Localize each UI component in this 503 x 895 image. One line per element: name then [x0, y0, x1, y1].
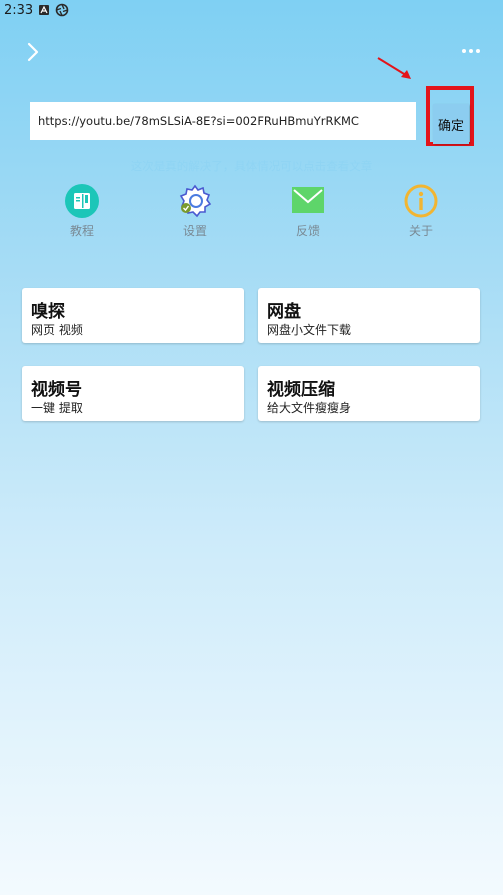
card-subtitle: 网盘小文件下载: [267, 323, 352, 337]
more-dots-icon[interactable]: [459, 43, 487, 59]
card-sniff[interactable]: 嗅探 网页 视频: [22, 288, 244, 343]
book-icon: [64, 183, 100, 219]
gear-icon: [177, 183, 213, 219]
settings-label: 设置: [182, 224, 207, 238]
card-subtitle: 网页 视频: [31, 323, 83, 337]
settings-button[interactable]: 设置: [155, 183, 235, 239]
card-subtitle: 给大文件瘦瘦身: [267, 401, 352, 415]
feedback-label: 反馈: [295, 224, 320, 238]
tutorial-label: 教程: [69, 224, 94, 238]
card-channels[interactable]: 视频号 一键 提取: [22, 366, 244, 421]
card-title: 嗅探: [31, 302, 65, 322]
card-title: 网盘: [267, 302, 301, 322]
function-row: 教程 设置 反馈 关于: [0, 183, 503, 243]
feedback-button[interactable]: 反馈: [268, 183, 348, 239]
red-arrow-icon: [377, 57, 411, 79]
chevron-right-icon[interactable]: [22, 40, 44, 64]
notification-aperture-icon: [55, 3, 69, 17]
tutorial-button[interactable]: 教程: [42, 183, 122, 239]
url-input[interactable]: [30, 102, 416, 140]
card-subtitle: 一键 提取: [31, 401, 83, 415]
card-cloud-drive[interactable]: 网盘 网盘小文件下载: [258, 288, 480, 343]
status-time: 2:33: [4, 3, 34, 18]
card-title: 视频号: [31, 380, 82, 400]
confirm-highlight-box: 确定: [426, 86, 474, 146]
status-bar: 2:33: [0, 0, 503, 22]
about-button[interactable]: 关于: [381, 183, 461, 239]
confirm-button[interactable]: 确定: [433, 104, 469, 144]
info-icon: [403, 183, 439, 219]
about-label: 关于: [408, 224, 433, 238]
card-title: 视频压缩: [267, 380, 335, 400]
mail-icon: [290, 183, 326, 219]
card-video-compress[interactable]: 视频压缩 给大文件瘦瘦身: [258, 366, 480, 421]
hint-text[interactable]: 这次是真的解决了，具体情况可以点击查看文章: [0, 158, 503, 174]
notification-a-icon: [39, 5, 49, 15]
